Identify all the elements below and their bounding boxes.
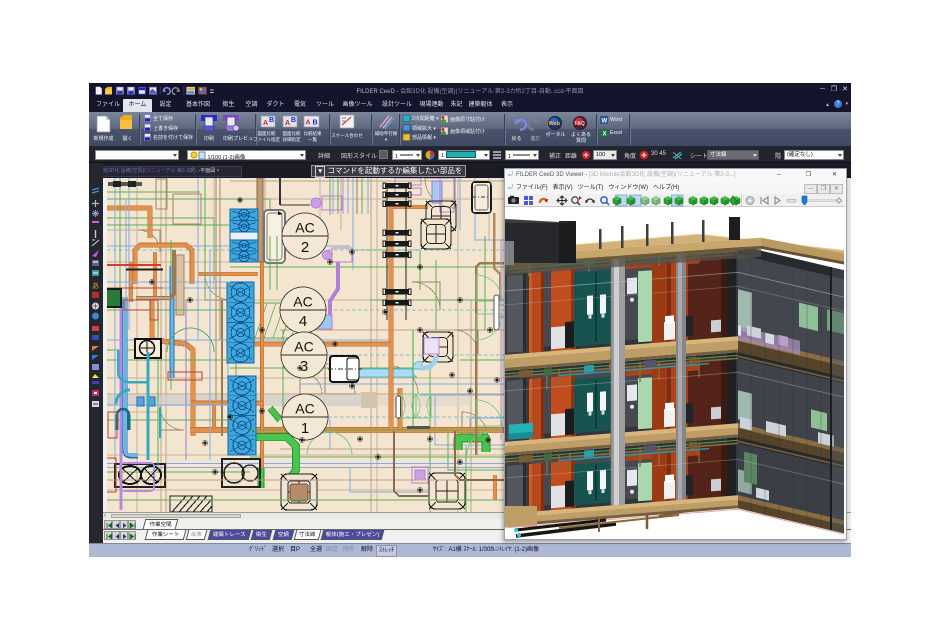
svg-text:A: A: [306, 120, 311, 127]
svg-text:2: 2: [301, 239, 309, 256]
svg-text:AC: AC: [295, 401, 314, 417]
svg-text:1: 1: [301, 420, 309, 437]
svg-text:B: B: [269, 117, 274, 124]
svg-text:FAQ: FAQ: [575, 121, 585, 127]
svg-text:A: A: [263, 120, 268, 127]
svg-text:W: W: [602, 119, 608, 125]
svg-text:A: A: [285, 120, 290, 127]
svg-text:Web: Web: [549, 121, 561, 127]
svg-text:AC: AC: [293, 294, 312, 310]
svg-text:AC: AC: [295, 220, 314, 236]
svg-text:AC: AC: [294, 339, 313, 355]
svg-text:あ: あ: [92, 282, 99, 290]
svg-text:X: X: [603, 132, 607, 138]
svg-text:3: 3: [300, 358, 308, 375]
svg-text:4: 4: [299, 313, 307, 330]
svg-text:B: B: [291, 117, 296, 124]
svg-text:B: B: [313, 120, 318, 127]
